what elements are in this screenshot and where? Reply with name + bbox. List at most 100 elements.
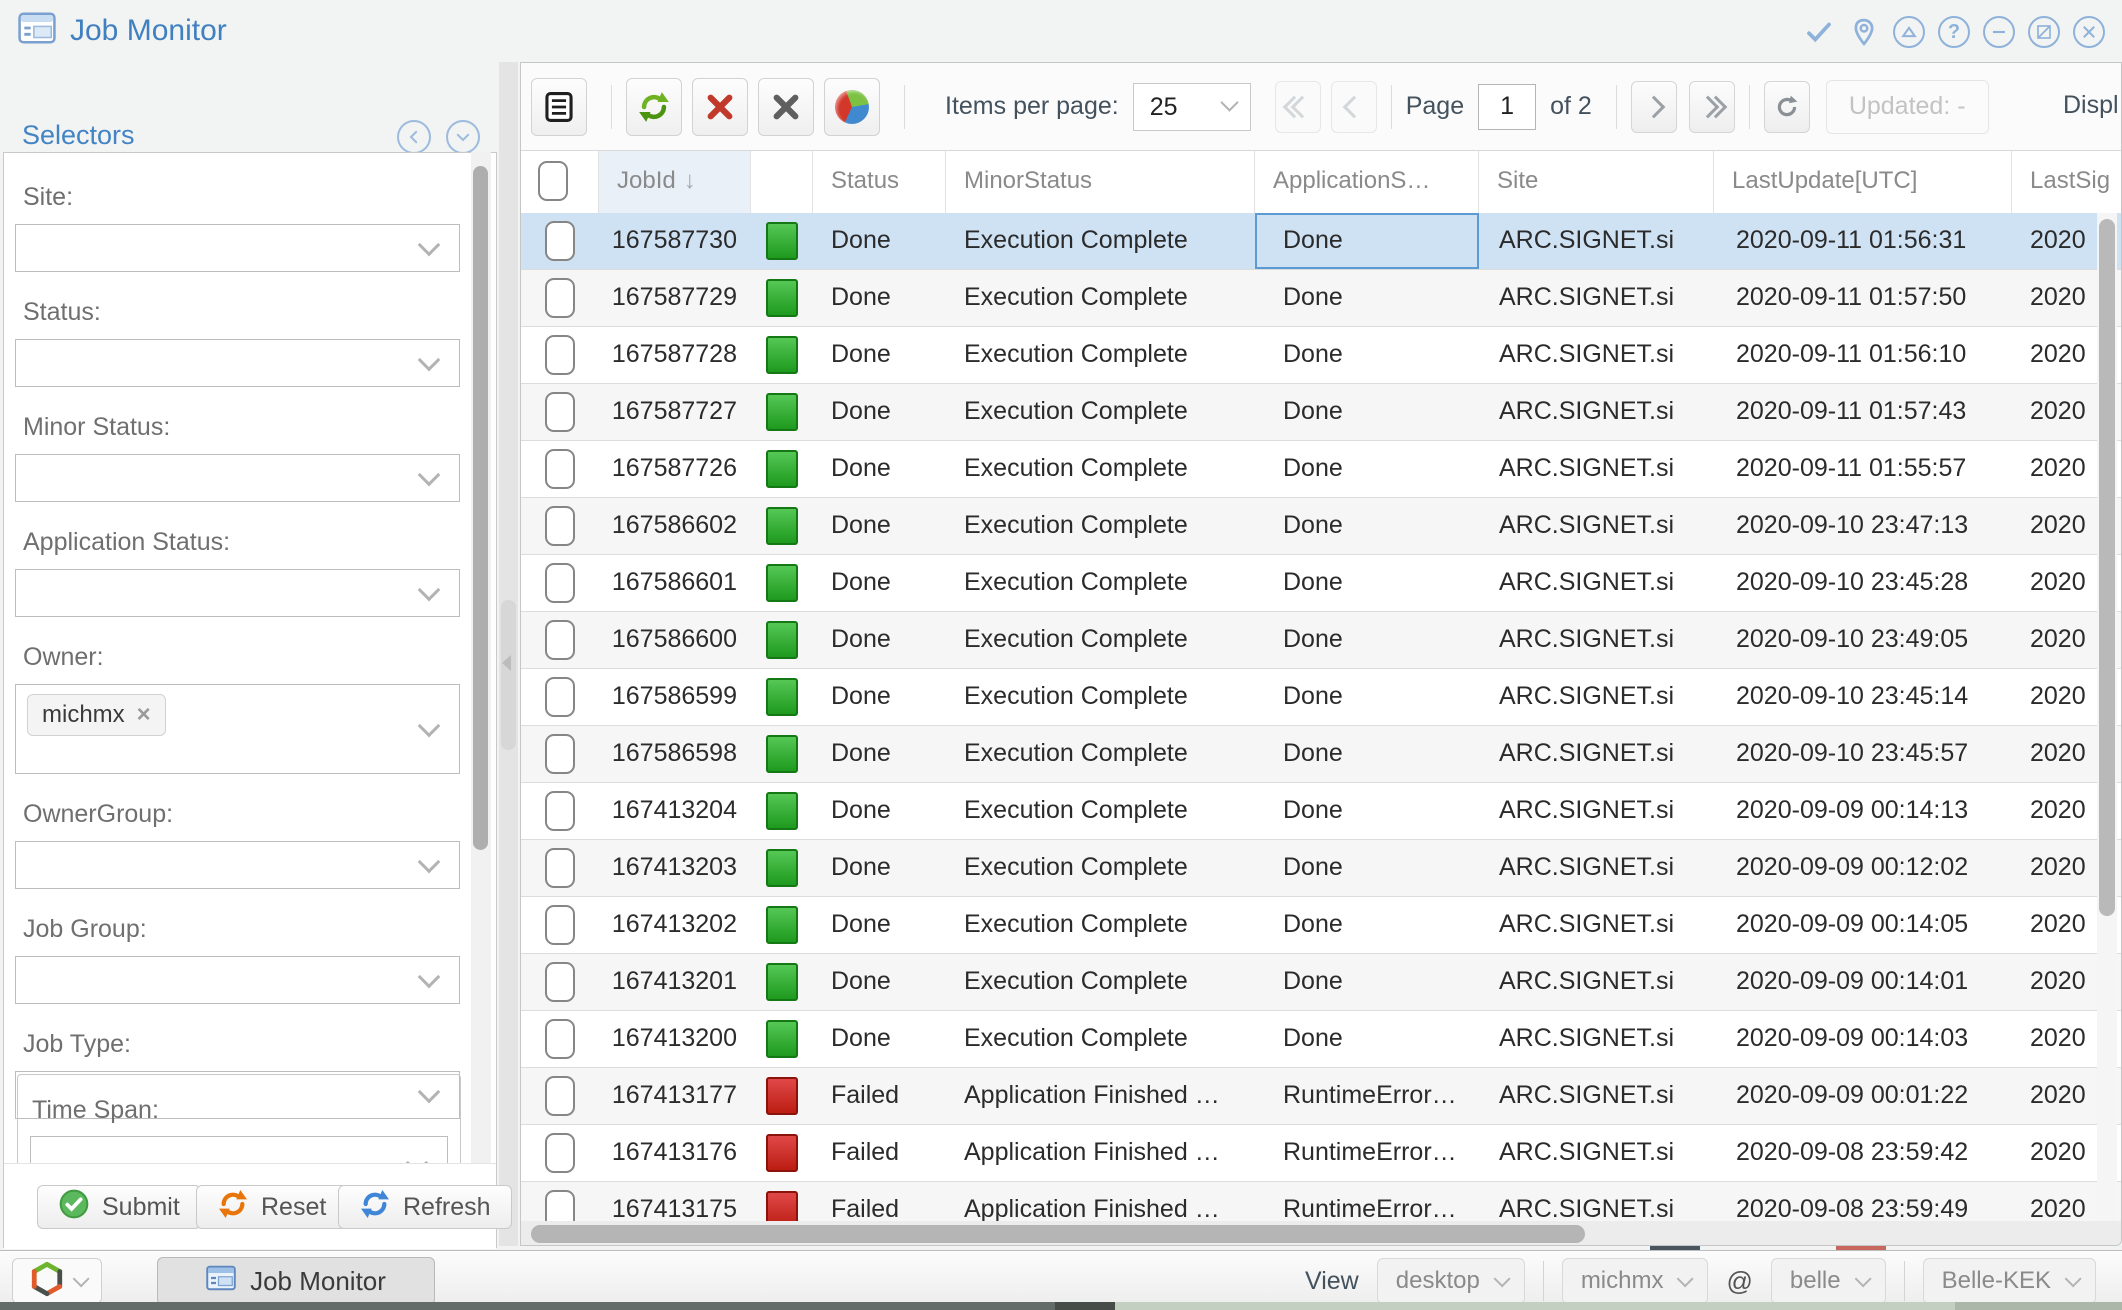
row-checkbox-cell[interactable] [521, 327, 599, 383]
cell-site[interactable]: ARC.SIGNET.si [1479, 726, 1714, 782]
maximize-icon[interactable] [2028, 16, 2060, 48]
cell-application-status[interactable]: Done [1255, 954, 1479, 1010]
row-checkbox-cell[interactable] [521, 555, 599, 611]
owner-group-select[interactable] [15, 841, 460, 889]
refresh-button[interactable]: Refresh [338, 1185, 512, 1229]
cell-application-status[interactable]: Done [1255, 555, 1479, 611]
last-page-button[interactable] [1689, 81, 1735, 133]
table-row[interactable]: 167413200DoneExecution CompleteDoneARC.S… [521, 1010, 2122, 1067]
column-header-job_id[interactable]: JobId↓ [599, 151, 751, 213]
cell-minor-status[interactable]: Execution Complete [946, 897, 1255, 953]
cell-state-icon[interactable] [751, 1125, 813, 1181]
cell-application-status[interactable]: Done [1255, 840, 1479, 896]
cell-site[interactable]: ARC.SIGNET.si [1479, 840, 1714, 896]
table-row[interactable]: 167586601DoneExecution CompleteDoneARC.S… [521, 554, 2122, 611]
row-checkbox-cell[interactable] [521, 954, 599, 1010]
cell-minor-status[interactable]: Execution Complete [946, 612, 1255, 668]
check-icon[interactable] [1803, 16, 1835, 48]
cell-application-status[interactable]: Done [1255, 783, 1479, 839]
row-checkbox-cell[interactable] [521, 213, 599, 269]
cell-minor-status[interactable]: Execution Complete [946, 498, 1255, 554]
app-menu-button[interactable] [12, 1258, 102, 1304]
prev-page-button[interactable] [1331, 81, 1377, 133]
cell-site[interactable]: ARC.SIGNET.si [1479, 1011, 1714, 1067]
cell-status[interactable]: Done [813, 498, 946, 554]
splitter-collapse-arrow-icon[interactable] [502, 655, 511, 671]
sidebar-scrollbar[interactable] [471, 152, 491, 1248]
cell-state-icon[interactable] [751, 840, 813, 896]
cell-job-id[interactable]: 167587726 [599, 441, 751, 497]
cell-state-icon[interactable] [751, 726, 813, 782]
cell-minor-status[interactable]: Execution Complete [946, 783, 1255, 839]
cell-site[interactable]: ARC.SIGNET.si [1479, 783, 1714, 839]
row-checkbox[interactable] [545, 734, 575, 774]
table-row[interactable]: 167413204DoneExecution CompleteDoneARC.S… [521, 782, 2122, 839]
cell-job-id[interactable]: 167587730 [599, 213, 751, 269]
table-row[interactable]: 167413202DoneExecution CompleteDoneARC.S… [521, 896, 2122, 953]
cell-status[interactable]: Done [813, 270, 946, 326]
row-checkbox-cell[interactable] [521, 1011, 599, 1067]
row-checkbox-cell[interactable] [521, 612, 599, 668]
cell-last-update[interactable]: 2020-09-10 23:45:57 [1714, 726, 2012, 782]
cell-site[interactable]: ARC.SIGNET.si [1479, 384, 1714, 440]
cell-site[interactable]: ARC.SIGNET.si [1479, 669, 1714, 725]
table-row[interactable]: 167586599DoneExecution CompleteDoneARC.S… [521, 668, 2122, 725]
cell-status[interactable]: Done [813, 1011, 946, 1067]
cell-state-icon[interactable] [751, 327, 813, 383]
table-row[interactable]: 167587727DoneExecution CompleteDoneARC.S… [521, 383, 2122, 440]
row-checkbox[interactable] [545, 335, 575, 375]
row-checkbox[interactable] [545, 278, 575, 318]
items-per-page-select[interactable]: 25 [1133, 83, 1251, 131]
menu-list-button[interactable] [531, 78, 587, 136]
cell-status[interactable]: Done [813, 954, 946, 1010]
table-row[interactable]: 167413176FailedApplication Finished …Run… [521, 1124, 2122, 1181]
cell-last-update[interactable]: 2020-09-11 01:57:43 [1714, 384, 2012, 440]
cell-job-id[interactable]: 167413176 [599, 1125, 751, 1181]
cell-minor-status[interactable]: Execution Complete [946, 213, 1255, 269]
cell-last-update[interactable]: 2020-09-10 23:45:14 [1714, 669, 2012, 725]
table-row[interactable]: 167413201DoneExecution CompleteDoneARC.S… [521, 953, 2122, 1010]
cell-last-update[interactable]: 2020-09-11 01:56:10 [1714, 327, 2012, 383]
column-header-minor_status[interactable]: MinorStatus [946, 151, 1255, 213]
row-checkbox[interactable] [545, 392, 575, 432]
cell-site[interactable]: ARC.SIGNET.si [1479, 441, 1714, 497]
row-checkbox-cell[interactable] [521, 726, 599, 782]
cell-minor-status[interactable]: Execution Complete [946, 327, 1255, 383]
cell-minor-status[interactable]: Execution Complete [946, 555, 1255, 611]
cell-last-update[interactable]: 2020-09-09 00:01:22 [1714, 1068, 2012, 1124]
row-checkbox[interactable] [545, 791, 575, 831]
user-select[interactable]: michmx [1562, 1258, 1709, 1304]
cell-job-id[interactable]: 167413201 [599, 954, 751, 1010]
row-checkbox[interactable] [545, 449, 575, 489]
cell-job-id[interactable]: 167413202 [599, 897, 751, 953]
horizontal-scrollbar[interactable] [521, 1221, 2121, 1246]
cell-status[interactable]: Done [813, 840, 946, 896]
owner-select[interactable]: michmx× [15, 684, 460, 774]
splitter-handle[interactable] [501, 600, 516, 750]
cell-state-icon[interactable] [751, 669, 813, 725]
next-page-button[interactable] [1631, 81, 1677, 133]
column-header-last_update[interactable]: LastUpdate[UTC] [1714, 151, 2012, 213]
cell-site[interactable]: ARC.SIGNET.si [1479, 498, 1714, 554]
cell-site[interactable]: ARC.SIGNET.si [1479, 1125, 1714, 1181]
cell-application-status[interactable]: Done [1255, 669, 1479, 725]
cell-last-update[interactable]: 2020-09-10 23:45:28 [1714, 555, 2012, 611]
cell-status[interactable]: Done [813, 213, 946, 269]
table-row[interactable]: 167413203DoneExecution CompleteDoneARC.S… [521, 839, 2122, 896]
row-checkbox[interactable] [545, 962, 575, 1002]
cell-job-id[interactable]: 167587729 [599, 270, 751, 326]
table-row[interactable]: 167586600DoneExecution CompleteDoneARC.S… [521, 611, 2122, 668]
cell-state-icon[interactable] [751, 1068, 813, 1124]
row-checkbox[interactable] [545, 1076, 575, 1116]
cell-minor-status[interactable]: Execution Complete [946, 1011, 1255, 1067]
cell-application-status[interactable]: Done [1255, 213, 1479, 269]
cell-job-id[interactable]: 167586598 [599, 726, 751, 782]
cell-application-status[interactable]: Done [1255, 384, 1479, 440]
cell-minor-status[interactable]: Execution Complete [946, 441, 1255, 497]
cell-application-status[interactable]: RuntimeError… [1255, 1068, 1479, 1124]
cell-application-status[interactable]: Done [1255, 897, 1479, 953]
row-checkbox-cell[interactable] [521, 783, 599, 839]
cell-application-status[interactable]: Done [1255, 270, 1479, 326]
vertical-scrollbar[interactable] [2097, 213, 2117, 1221]
application-status-select[interactable] [15, 569, 460, 617]
